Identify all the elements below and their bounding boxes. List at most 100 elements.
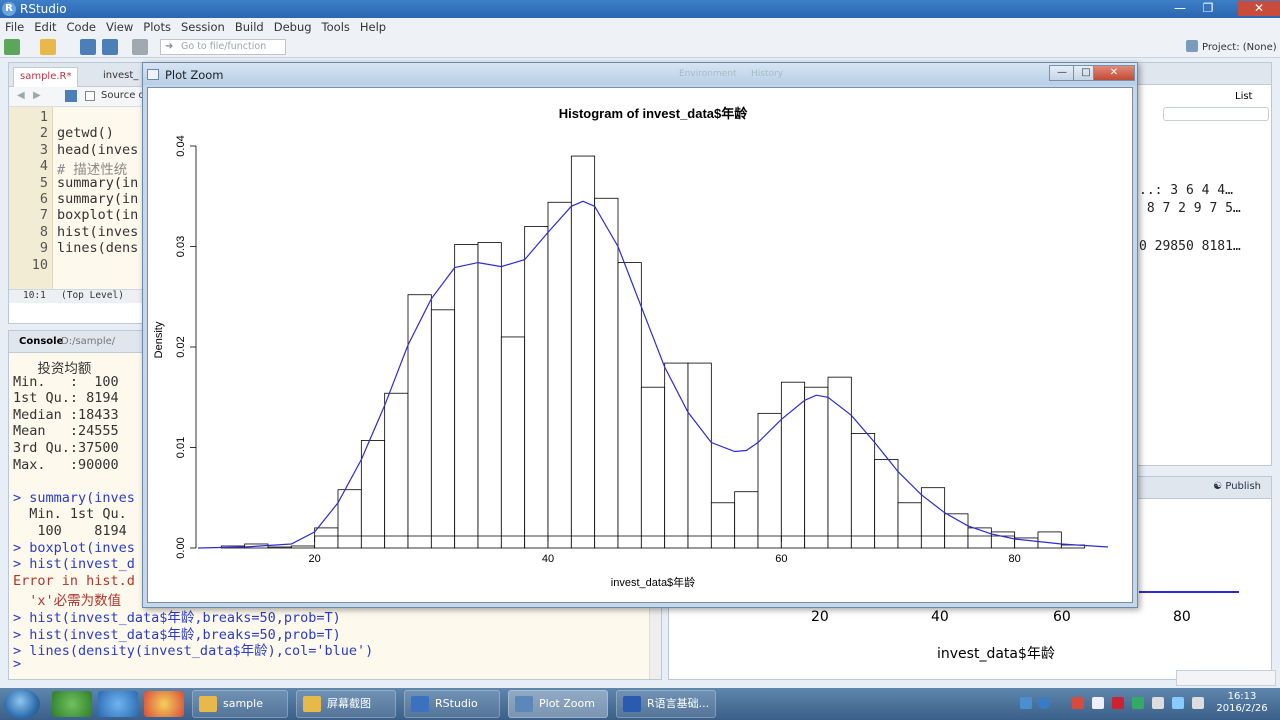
list-view-toggle[interactable]: List — [1235, 91, 1252, 102]
line-number: 4 — [39, 158, 48, 175]
taskbar-item[interactable]: Plot Zoom — [508, 690, 608, 718]
menu-help[interactable]: Help — [355, 18, 391, 36]
tray-app-icon[interactable] — [1072, 697, 1084, 709]
taskbar-item-label: RStudio — [435, 697, 478, 710]
print-icon[interactable] — [132, 39, 148, 55]
zoom-close-button[interactable]: ✕ — [1093, 65, 1135, 81]
tray-update-icon[interactable] — [1132, 697, 1144, 709]
rstudio-logo-icon: R — [2, 2, 16, 16]
line-number: 6 — [39, 191, 48, 207]
histogram-bar — [384, 392, 409, 549]
tray-help-icon[interactable] — [1038, 697, 1050, 709]
tray-wifi-icon[interactable] — [1172, 697, 1184, 709]
taskbar-item[interactable]: sample — [192, 690, 288, 718]
tray-network-icon[interactable] — [1020, 697, 1032, 709]
tray-antivirus-icon[interactable] — [1112, 697, 1124, 709]
save-icon[interactable] — [65, 90, 77, 102]
restore-button[interactable]: ❐ — [1196, 1, 1220, 16]
app-pin-icon[interactable] — [98, 691, 138, 717]
histogram-bar — [687, 362, 712, 549]
menu-session[interactable]: Session — [176, 18, 230, 36]
menu-view[interactable]: View — [101, 18, 138, 36]
env-row[interactable]: 0 29850 8181… — [1139, 239, 1241, 254]
zoom-minimize-button[interactable]: — — [1049, 65, 1075, 81]
goto-file-input[interactable]: ➜ Go to file/function — [160, 39, 286, 55]
line-number: 1 — [39, 109, 48, 125]
taskbar-item[interactable]: 屏幕截图 — [296, 690, 396, 718]
histogram-bar — [850, 433, 876, 549]
plot-zoom-window-icon — [147, 69, 159, 80]
code-line: boxplot(in — [57, 207, 139, 224]
code-line: getwd() — [57, 125, 114, 142]
system-tray — [1016, 692, 1216, 716]
minimize-button[interactable]: — — [1168, 1, 1192, 16]
new-file-icon[interactable] — [4, 39, 20, 55]
forward-arrow-icon[interactable]: ▶ — [33, 90, 41, 101]
menu-tools[interactable]: Tools — [317, 18, 355, 36]
histogram-bar — [500, 336, 526, 549]
histogram-chart: Histogram of invest_data$年龄 invest_data$… — [153, 106, 1109, 589]
menu-debug[interactable]: Debug — [269, 18, 317, 36]
tab-sample-r[interactable]: sample.R* — [13, 67, 79, 87]
environment-search-input[interactable] — [1163, 107, 1269, 121]
taskbar: sample 屏幕截图 RStudio Plot Zoom R语言基础... 16:13… — [0, 688, 1280, 720]
line-number: 9 — [39, 240, 48, 257]
save-all-icon[interactable] — [102, 39, 118, 55]
histogram-bar — [290, 545, 316, 549]
console-line: > summary(inves — [13, 489, 135, 506]
scope-selector[interactable]: (Top Level) — [61, 290, 124, 301]
chart-title: Histogram of invest_data$年龄 — [559, 106, 749, 121]
project-menu[interactable]: Project: (None) — [1186, 40, 1277, 53]
line-gutter: 1 2 3 4 5 6 7 8 9 10 — [9, 107, 53, 303]
ime-toolbar[interactable] — [1176, 670, 1276, 686]
menu-plots[interactable]: Plots — [138, 18, 176, 36]
plot-canvas: Histogram of invest_data$年龄 invest_data$… — [147, 87, 1133, 603]
line-number: 2 — [39, 125, 48, 142]
tray-volume-icon[interactable] — [1152, 697, 1164, 709]
window-title: RStudio — [20, 2, 67, 16]
console-line: 3rd Qu.:37500 — [13, 440, 119, 456]
bg-tab-history: History — [751, 69, 784, 79]
taskbar-item[interactable]: R语言基础... — [616, 690, 716, 718]
source-on-save-checkbox[interactable] — [85, 91, 95, 101]
open-file-icon[interactable] — [40, 39, 56, 55]
histogram-bar — [827, 376, 852, 549]
tray-signal-icon[interactable] — [1192, 697, 1204, 709]
title-bar: R RStudio — ❐ ✕ — [0, 0, 1280, 18]
plot-zoom-title: Plot Zoom — [165, 68, 224, 82]
histogram-bar — [360, 440, 386, 549]
y-tick-label: 0.04 — [175, 135, 187, 156]
env-row[interactable]: ..: 3 6 4 4… — [1139, 183, 1233, 198]
histogram-bar — [407, 294, 432, 549]
taskbar-item[interactable]: RStudio — [404, 690, 500, 718]
browser-pin-icon[interactable] — [52, 691, 92, 717]
menu-file[interactable]: File — [0, 18, 29, 36]
tray-battery-icon[interactable] — [1092, 697, 1104, 709]
code-line: hist(inves — [57, 223, 139, 240]
console-line: Min. 1st Qu. — [13, 506, 127, 523]
histogram-bar — [337, 489, 362, 549]
menu-edit[interactable]: Edit — [29, 18, 61, 36]
back-arrow-icon[interactable]: ◀ — [17, 90, 25, 101]
env-row[interactable]: 8 7 2 9 7 5… — [1139, 201, 1241, 216]
publish-button[interactable]: ☯ Publish — [1213, 481, 1261, 492]
histogram-bar — [267, 546, 292, 549]
console-line: > boxplot(inves — [13, 539, 135, 556]
menu-code[interactable]: Code — [62, 18, 101, 36]
system-clock[interactable]: 16:13 2016/2/26 — [1214, 691, 1270, 715]
project-label: Project: (None) — [1202, 42, 1277, 53]
histogram-bar — [874, 459, 899, 549]
plot-tick: 40 — [931, 609, 949, 625]
console-title[interactable]: Console — [19, 336, 63, 347]
save-icon[interactable] — [80, 39, 96, 55]
tab-invest-data[interactable]: invest_ — [97, 67, 144, 87]
histogram-bar — [757, 412, 782, 549]
plot-zoom-titlebar[interactable]: Plot Zoom Environment History — □ ✕ — [143, 63, 1137, 85]
x-tick-label: 20 — [309, 553, 321, 565]
taskbar-item-icon — [199, 696, 217, 712]
start-button[interactable] — [4, 689, 40, 719]
chrome-pin-icon[interactable] — [144, 691, 184, 717]
close-button[interactable]: ✕ — [1238, 1, 1280, 16]
code-line: head(inves — [57, 141, 139, 158]
menu-build[interactable]: Build — [230, 18, 269, 36]
